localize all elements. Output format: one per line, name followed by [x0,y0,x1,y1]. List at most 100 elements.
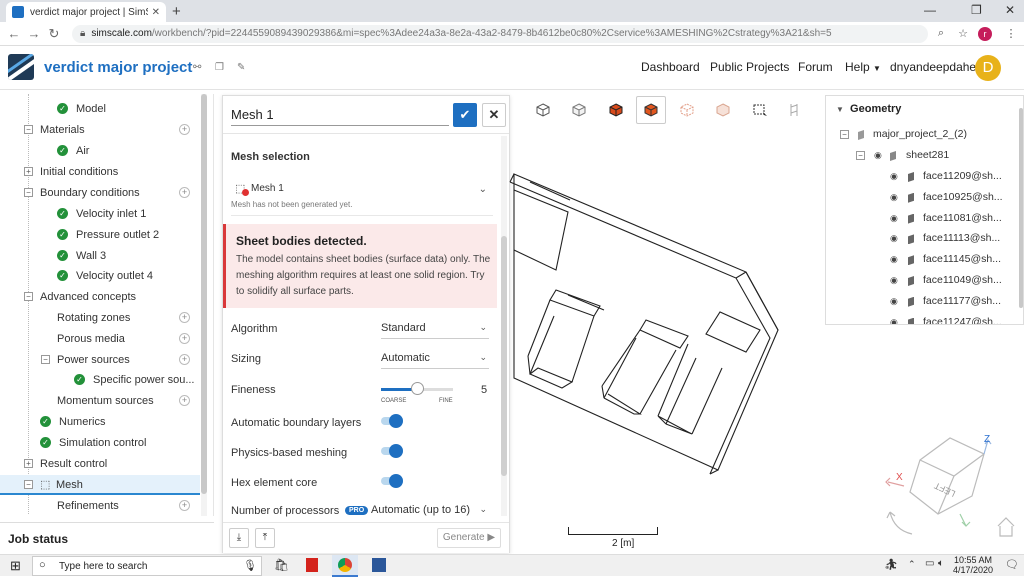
physics-based-meshing-toggle[interactable] [381,444,403,458]
collapse-toggle-icon[interactable]: − [24,188,33,197]
collapse-toggle-icon[interactable]: − [24,292,33,301]
taskbar-search[interactable]: ○ Type here to search 🎙︎ [32,556,262,576]
tree-item[interactable]: Porous media + [0,329,200,349]
forward-icon[interactable]: → [24,26,44,41]
simscale-logo[interactable] [8,54,34,80]
mesh-name-input[interactable]: Mesh 1 [231,104,449,126]
clock[interactable]: 10:55 AM 4/17/2020 [950,555,996,575]
close-panel-button[interactable]: ✕ [482,103,506,127]
expand-toggle-icon[interactable]: + [24,459,33,468]
expand-toggle-icon[interactable]: + [24,167,33,176]
add-icon[interactable]: + [179,500,190,511]
geometry-face[interactable]: ◉ face11177@sh... [826,292,1016,312]
tree-item[interactable]: + Initial conditions [0,162,200,182]
geometry-scrollbar[interactable] [1019,108,1023,308]
zoom-icon[interactable]: ⌕ [932,27,950,40]
mesh-selector[interactable]: ⬚ Mesh 1 Mesh has not been generated yet… [231,180,493,216]
geometry-face[interactable]: ◉ face11209@sh... [826,167,1016,187]
add-icon[interactable]: + [179,395,190,406]
close-tab-icon[interactable]: ✕ [152,7,160,18]
geometry-face[interactable]: ◉ face11247@sh... [826,313,1016,324]
store-icon[interactable]: 🛍︎ [274,558,289,572]
view-surface-icon[interactable] [564,96,594,124]
tree-item[interactable]: ✓ Specific power sou... [0,370,200,390]
view-solid-edges-icon[interactable] [601,96,631,124]
eye-icon[interactable]: ◉ [890,254,898,265]
eye-icon[interactable]: ◉ [890,275,898,286]
add-icon[interactable]: + [179,124,190,135]
add-icon[interactable]: + [179,187,190,198]
view-solid-icon[interactable] [636,96,666,124]
tree-item[interactable]: ✓ Velocity inlet 1 [0,204,200,224]
sizing-select[interactable]: Automatic ⌄ [381,349,489,369]
collapse-toggle-icon[interactable]: − [24,125,33,134]
microphone-icon[interactable]: 🎙︎ [243,559,257,572]
tray-chevron-icon[interactable]: ⌃ [908,559,916,570]
user-avatar[interactable]: D [975,55,1001,81]
close-window-icon[interactable]: ✕ [1005,3,1015,17]
pdf-app-icon[interactable] [306,558,318,572]
tree-item[interactable]: − ⬚ Mesh [0,475,200,495]
algorithm-select[interactable]: Standard ⌄ [381,319,489,339]
nav-forum[interactable]: Forum [798,60,833,74]
add-icon[interactable]: + [179,354,190,365]
add-icon[interactable]: + [179,312,190,323]
tree-item[interactable]: ✓ Numerics [0,412,200,432]
fineness-slider[interactable]: COARSE FINE [381,382,455,404]
url-field[interactable]: 🔒︎ simscale.com/workbench/?pid=224455908… [72,24,928,43]
minimize-icon[interactable]: — [924,3,936,17]
menu-kebab-icon[interactable]: ⋮ [1002,27,1020,40]
geometry-face[interactable]: ◉ face11081@sh... [826,209,1016,229]
browser-tab[interactable]: verdict major project | SimScale ✕ [6,2,166,22]
network-icon[interactable]: ▭ [925,558,934,569]
back-icon[interactable]: ← [4,26,24,41]
tree-item[interactable]: ✓ Air [0,141,200,161]
geometry-face[interactable]: ◉ face10925@sh... [826,188,1016,208]
automatic-boundary-layers-toggle[interactable] [381,414,403,428]
tree-item[interactable]: − Power sources + [0,350,200,370]
word-app-icon[interactable] [372,558,386,572]
generate-button[interactable]: Generate ▶ [437,528,501,548]
tree-item[interactable]: + Result control [0,454,200,474]
tree-item[interactable]: − Boundary conditions + [0,183,200,203]
profile-avatar[interactable]: r [978,26,992,41]
tree-item[interactable]: ✓ Wall 3 [0,246,200,266]
tree-item[interactable]: Momentum sources + [0,391,200,411]
model-viewport[interactable] [508,130,808,490]
windows-start-icon[interactable]: ⊞ [10,558,21,574]
tree-item[interactable]: ✓ Velocity outlet 4 [0,266,200,286]
chrome-taskbar-button[interactable] [332,555,358,577]
eye-icon[interactable]: ◉ [890,317,898,324]
section-cut-icon[interactable] [779,96,809,124]
box-select-icon[interactable] [745,96,775,124]
share-icon[interactable]: ⚯ [193,62,201,73]
tree-item[interactable]: − Advanced concepts [0,287,200,307]
slider-handle[interactable] [411,382,424,395]
confirm-button[interactable]: ✔ [453,103,477,127]
geometry-face[interactable]: ◉ face11113@sh... [826,229,1016,249]
new-tab-icon[interactable]: + [172,3,181,20]
tree-item[interactable]: Rotating zones + [0,308,200,328]
geometry-root[interactable]: − major_project_2_(2) [826,125,1016,145]
volume-icon[interactable]: 🔈︎ [938,558,944,569]
panel-scrollbar[interactable] [501,136,507,516]
nav-help[interactable]: Help ▼ [845,60,881,74]
eye-icon[interactable]: ◉ [890,233,898,244]
geometry-face[interactable]: ◉ face11145@sh... [826,250,1016,270]
maximize-icon[interactable]: ❐ [971,3,982,17]
tree-item[interactable]: ✓ Pressure outlet 2 [0,225,200,245]
tree-item[interactable]: ✓ Simulation control [0,433,200,453]
nav-public-projects[interactable]: Public Projects [710,60,789,74]
tree-item[interactable]: Refinements + [0,496,200,516]
view-transparent-icon[interactable] [708,96,738,124]
username[interactable]: dnyandeepdahe [890,60,976,74]
view-wireframe-icon[interactable] [672,96,702,124]
tree-item[interactable]: ✓ Model [0,99,200,119]
job-status-header[interactable]: Job status [0,522,214,554]
processors-select[interactable]: Automatic (up to 16) ⌄ [371,501,489,521]
eye-icon[interactable]: ◉ [890,192,898,203]
download-icon[interactable]: ⤓ [229,528,249,548]
eye-icon[interactable]: ◉ [874,150,882,161]
eye-icon[interactable]: ◉ [890,296,898,307]
people-icon[interactable]: ⛹︎ [884,558,898,571]
